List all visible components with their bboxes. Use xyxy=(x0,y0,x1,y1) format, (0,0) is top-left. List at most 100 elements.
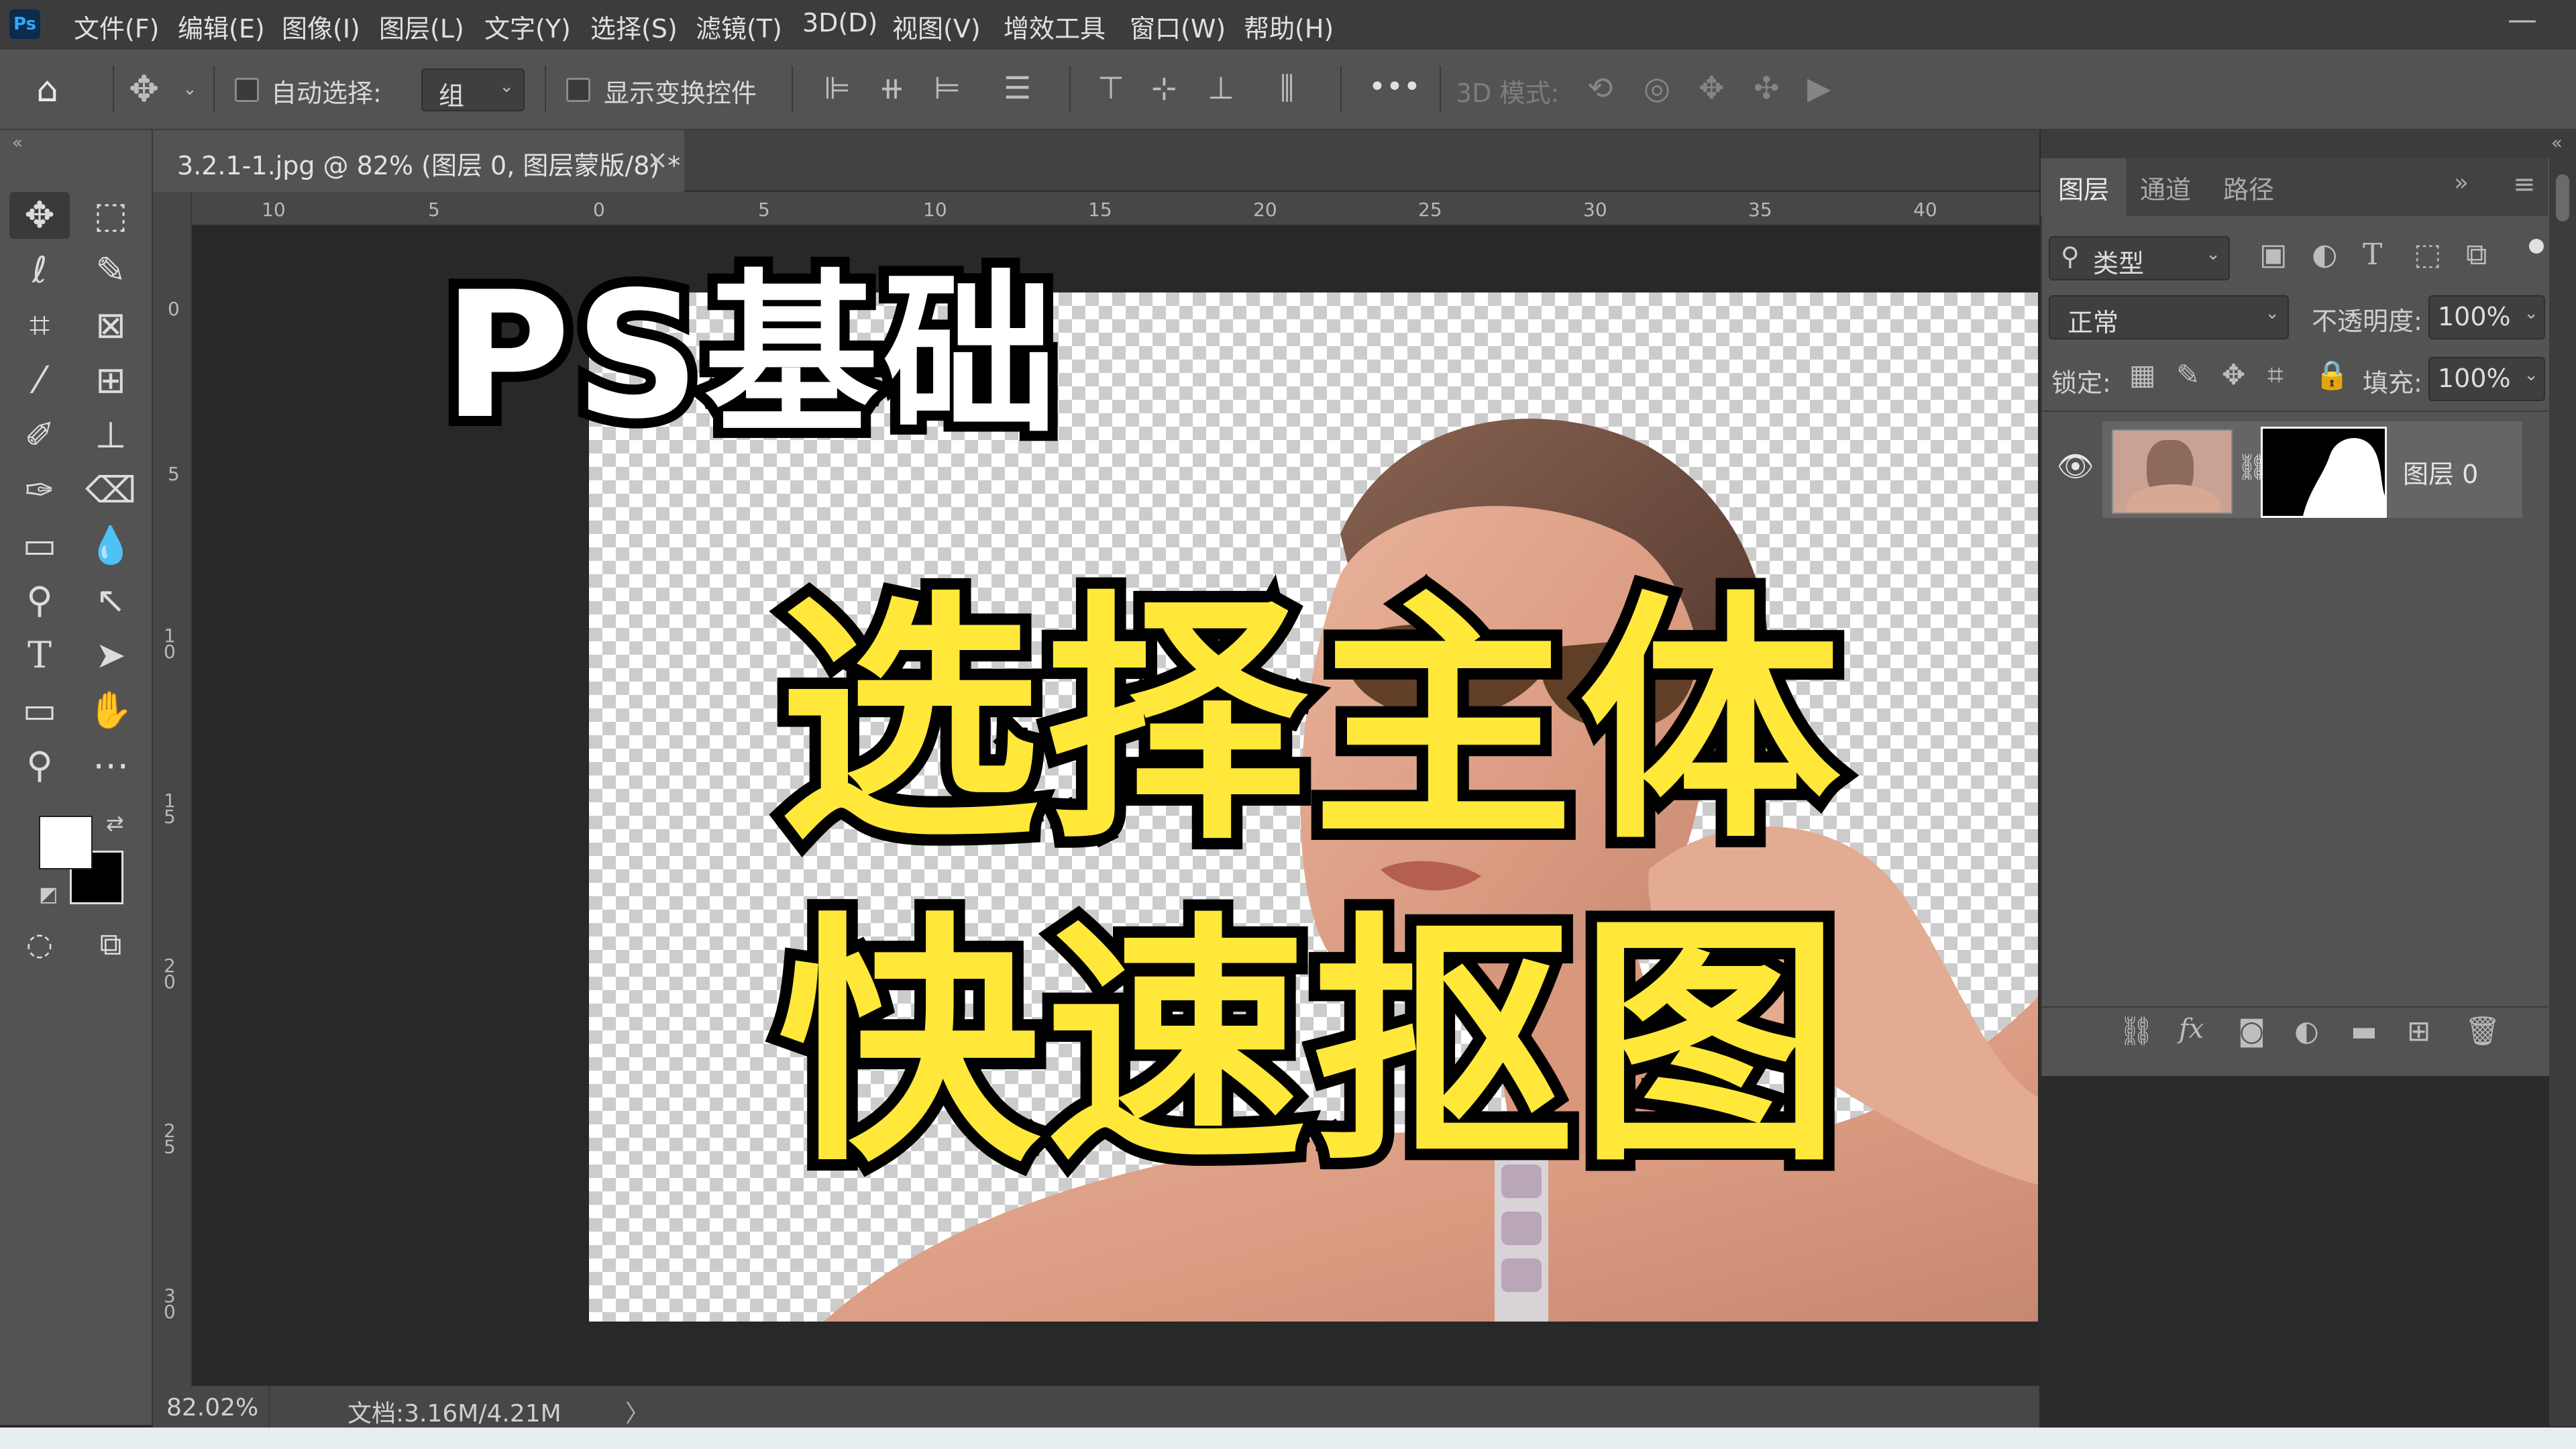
lock-artboard-icon[interactable]: ⌗ xyxy=(2267,361,2284,389)
collapse-icon[interactable]: « xyxy=(12,133,23,153)
filter-pixel-icon[interactable]: ▣ xyxy=(2259,240,2288,270)
delete-layer-icon[interactable]: 🗑 xyxy=(2465,1017,2500,1045)
menu-edit[interactable]: 编辑(E) xyxy=(178,8,265,45)
new-group-icon[interactable]: ▬ xyxy=(2351,1017,2377,1045)
menu-layer[interactable]: 图层(L) xyxy=(379,8,464,45)
chevron-down-icon[interactable]: ⌄ xyxy=(182,80,197,98)
home-icon[interactable]: ⌂ xyxy=(36,72,58,107)
show-transform-checkbox[interactable] xyxy=(566,78,590,102)
menu-view[interactable]: 视图(V) xyxy=(892,8,981,45)
auto-select-checkbox[interactable] xyxy=(235,78,259,102)
zoom-tool-icon[interactable]: ⚲ xyxy=(9,742,70,789)
filter-type-icon[interactable]: T xyxy=(2363,240,2382,270)
default-colors-icon[interactable]: ◩ xyxy=(39,883,58,906)
align-top-icon[interactable]: ⊤ xyxy=(1097,72,1124,103)
marquee-tool-icon[interactable]: ⬚ xyxy=(80,192,141,239)
lock-transparent-icon[interactable]: ▦ xyxy=(2129,361,2156,389)
layer-row[interactable]: ⛓ 图层 0 xyxy=(2102,421,2522,518)
blur-tool-icon[interactable]: 💧 xyxy=(80,522,141,569)
horizontal-ruler: 10 5 0 5 10 15 20 25 30 35 40 xyxy=(153,192,2039,225)
align-bottom-icon[interactable]: ⊥ xyxy=(1208,72,1234,103)
lasso-tool-icon[interactable]: ℓ xyxy=(9,247,70,294)
fill-field[interactable]: 100% ⌄ xyxy=(2428,357,2545,401)
swap-colors-icon[interactable]: ⇄ xyxy=(106,810,124,836)
zoom-level[interactable]: 82.02% xyxy=(166,1394,258,1421)
filter-shape-icon[interactable]: ⬚ xyxy=(2414,240,2442,270)
collapse-panels-icon[interactable]: « xyxy=(2551,131,2563,154)
brush-tool-icon[interactable]: ✐ xyxy=(9,412,70,459)
adjustment-layer-icon[interactable]: ◐ xyxy=(2294,1017,2319,1045)
close-tab-icon[interactable]: × xyxy=(647,145,668,174)
tab-layers[interactable]: 图层 xyxy=(2058,169,2109,206)
layer-filter-dropdown[interactable]: ⚲ 类型 ⌄ xyxy=(2049,236,2230,280)
layer-effects-icon[interactable]: fx xyxy=(2179,1016,2204,1042)
eraser-tool-icon[interactable]: ⌫ xyxy=(80,467,141,514)
history-brush-tool-icon[interactable]: ✑ xyxy=(9,467,70,514)
menu-3d[interactable]: 3D(D) xyxy=(802,8,877,38)
align-center-icon[interactable]: ⧺ xyxy=(879,72,905,103)
screen-mode-icon[interactable]: ⧉ xyxy=(80,920,141,967)
quick-selection-tool-icon[interactable]: ✎ xyxy=(80,247,141,294)
eyedropper-tool-icon[interactable]: ⁄ xyxy=(9,357,70,404)
more-options-button[interactable]: ••• xyxy=(1368,70,1421,104)
type-tool-icon[interactable]: T xyxy=(9,632,70,679)
tab-channels[interactable]: 通道 xyxy=(2140,169,2191,206)
align-right-icon[interactable]: ⊨ xyxy=(934,72,961,103)
path-selection-tool-icon[interactable]: ➤ xyxy=(80,632,141,679)
link-layers-icon[interactable]: ⛓ xyxy=(2118,1017,2154,1045)
lock-all-icon[interactable]: 🔒 xyxy=(2314,361,2349,389)
document-tab[interactable]: 3.2.1-1.jpg @ 82% (图层 0, 图层蒙版/8) * × xyxy=(153,130,684,192)
align-middle-icon[interactable]: ⊹ xyxy=(1151,72,1177,103)
visibility-eye-icon[interactable]: 👁 xyxy=(2057,452,2094,482)
quick-mask-icon[interactable]: ◌ xyxy=(9,920,70,967)
filter-smart-object-icon[interactable]: ⧉ xyxy=(2466,240,2487,270)
status-menu-arrow[interactable]: 〉 xyxy=(625,1394,649,1429)
minimize-button[interactable]: — xyxy=(2508,3,2537,37)
menu-file[interactable]: 文件(F) xyxy=(74,8,160,45)
menu-type[interactable]: 文字(Y) xyxy=(484,8,571,45)
scale-3d-icon[interactable]: ▶ xyxy=(1807,72,1831,103)
layer-name[interactable]: 图层 0 xyxy=(2403,453,2478,490)
foreground-color-swatch-top[interactable] xyxy=(39,816,93,869)
orbit-3d-icon[interactable]: ⟲ xyxy=(1587,72,1613,103)
pan-3d-icon[interactable]: ✥ xyxy=(1699,72,1725,103)
filter-adjustment-icon[interactable]: ◐ xyxy=(2312,240,2337,270)
more-tools-icon[interactable]: ⋯ xyxy=(80,742,141,789)
panel-menu-icon[interactable]: ≡ xyxy=(2513,169,2536,200)
expand-panel-icon[interactable]: » xyxy=(2454,169,2469,197)
filter-toggle-icon[interactable] xyxy=(2529,239,2544,254)
show-transform-label: 显示变换控件 xyxy=(604,78,757,108)
lock-image-icon[interactable]: ✎ xyxy=(2176,361,2200,389)
layer-mask-thumbnail[interactable] xyxy=(2261,427,2387,518)
lock-position-icon[interactable]: ✥ xyxy=(2222,361,2245,389)
crop-tool-icon[interactable]: ⌗ xyxy=(9,302,70,349)
distribute-vertical-icon[interactable]: ⫼ xyxy=(1280,72,1294,103)
tab-paths[interactable]: 路径 xyxy=(2223,169,2274,206)
hand-tool-icon[interactable]: ✋ xyxy=(80,687,141,734)
rectangle-tool-icon[interactable]: ▭ xyxy=(9,687,70,734)
move-tool-icon[interactable]: ✥ xyxy=(129,71,159,107)
new-layer-icon[interactable]: ⊞ xyxy=(2407,1017,2430,1045)
menu-help[interactable]: 帮助(H) xyxy=(1244,8,1334,45)
align-left-icon[interactable]: ⊫ xyxy=(824,72,851,103)
slide-3d-icon[interactable]: ✣ xyxy=(1754,72,1780,103)
menu-filter[interactable]: 滤镜(T) xyxy=(696,8,782,45)
menu-select[interactable]: 选择(S) xyxy=(590,8,678,45)
add-mask-icon[interactable]: ◙ xyxy=(2238,1017,2265,1045)
right-scrollbar[interactable] xyxy=(2549,158,2576,1426)
move-tool-icon[interactable]: ✥ xyxy=(9,192,70,239)
distribute-icon[interactable]: ☰ xyxy=(1004,72,1031,103)
healing-brush-tool-icon[interactable]: ⊞ xyxy=(80,357,141,404)
pen-tool-icon[interactable]: ↖ xyxy=(80,577,141,624)
dodge-tool-icon[interactable]: ⚲ xyxy=(9,577,70,624)
menu-image[interactable]: 图像(I) xyxy=(282,8,360,45)
blend-mode-dropdown[interactable]: 正常 ⌄ xyxy=(2049,295,2289,339)
roll-3d-icon[interactable]: ◎ xyxy=(1644,72,1670,103)
frame-tool-icon[interactable]: ⊠ xyxy=(80,302,141,349)
gradient-tool-icon[interactable]: ▭ xyxy=(9,522,70,569)
auto-select-dropdown[interactable]: 组 ⌄ xyxy=(421,68,525,111)
menu-plugins[interactable]: 增效工具 xyxy=(1004,8,1106,45)
menu-window[interactable]: 窗口(W) xyxy=(1130,8,1226,45)
opacity-field[interactable]: 100% ⌄ xyxy=(2428,295,2545,339)
stamp-tool-icon[interactable]: ⊥ xyxy=(80,412,141,459)
